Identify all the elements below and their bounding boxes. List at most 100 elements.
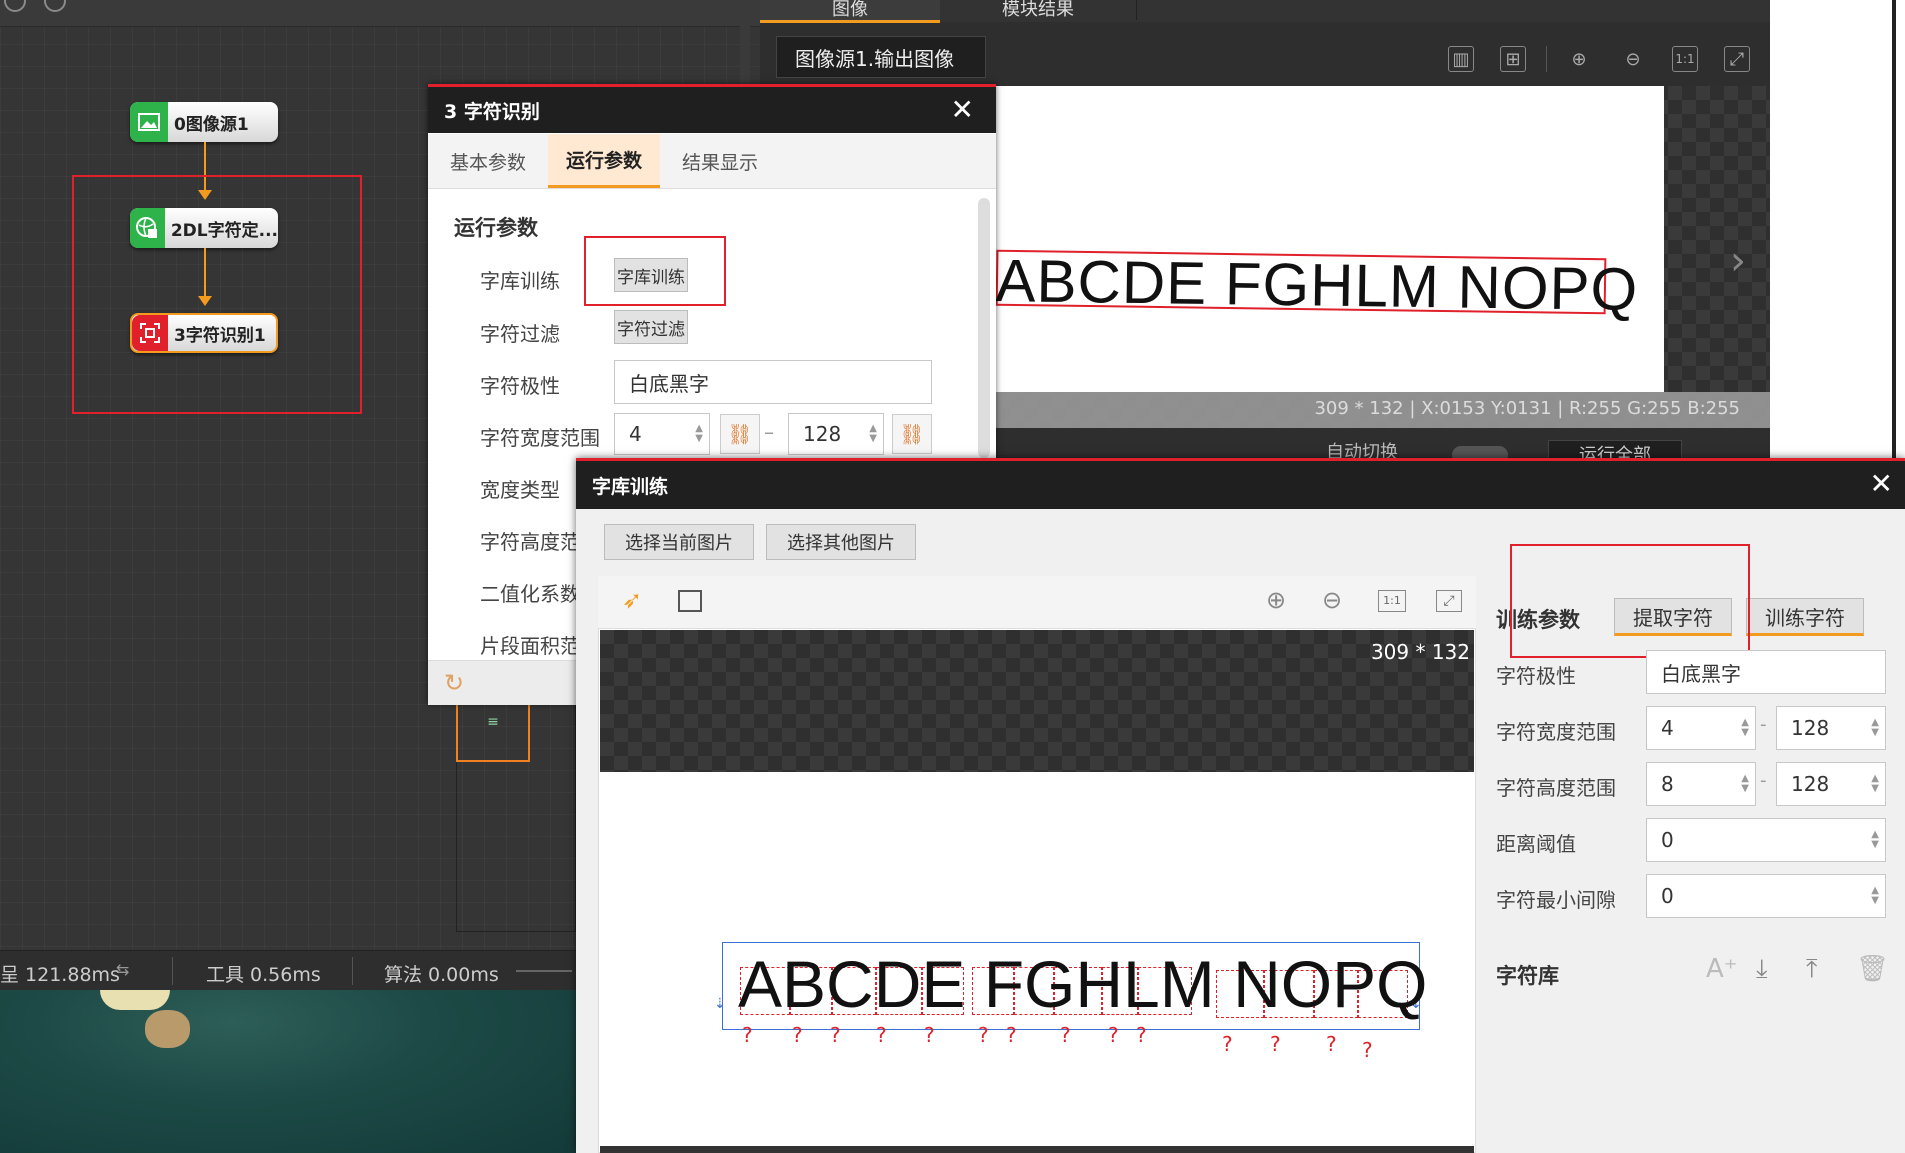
unknown-char-mark: ?	[924, 1023, 935, 1047]
train-height-max-value: 128	[1791, 772, 1830, 796]
ocr-tabs: 基本参数 运行参数 结果显示	[428, 134, 996, 189]
highlight-box	[584, 236, 726, 306]
highlight-box	[72, 175, 362, 414]
add-char-icon[interactable]: A⁺	[1706, 954, 1738, 984]
fit-window-icon[interactable]: ⤢	[1724, 46, 1750, 72]
spinner-icon[interactable]: ▲ ▼	[1871, 774, 1879, 794]
dialog-title: 3 字符识别	[444, 100, 540, 123]
reset-icon[interactable]: ↻	[444, 669, 464, 697]
image-size-label: 309 * 132	[1370, 640, 1470, 664]
close-icon[interactable]: ✕	[1870, 467, 1893, 500]
unknown-char-mark: ?	[1108, 1023, 1119, 1047]
preview-image	[996, 86, 1664, 392]
range-dash: -	[1760, 714, 1767, 735]
unknown-char-mark: ?	[1270, 1032, 1281, 1056]
node-label: 0图像源1	[174, 114, 249, 135]
select-current-image-button[interactable]: 选择当前图片	[604, 524, 754, 560]
ocr-dialog-header: 3 字符识别 ✕	[428, 87, 996, 133]
train-dialog-header: 字库训练 ✕	[576, 461, 1905, 509]
dialog-scrollbar[interactable]	[978, 198, 990, 458]
min-gap-value: 0	[1661, 884, 1674, 908]
train-height-max-input[interactable]: 128 ▲ ▼	[1776, 762, 1886, 806]
zoom-out-icon[interactable]: ⊖	[1322, 586, 1342, 614]
right-edge-panel	[1770, 0, 1905, 460]
module-item[interactable]: ≡	[456, 700, 530, 762]
unknown-char-mark: ?	[830, 1023, 841, 1047]
train-chars-button[interactable]: 训练字符	[1746, 598, 1864, 636]
pointer-icon[interactable]: ➶	[622, 586, 642, 614]
time-slider[interactable]	[516, 970, 572, 972]
layout-grid-icon[interactable]: ⊞	[1500, 46, 1526, 72]
spinner-icon[interactable]: ▲ ▼	[695, 424, 703, 444]
undo-icon[interactable]	[4, 0, 26, 12]
image-icon	[130, 102, 168, 142]
link-icon[interactable]: ⛓	[720, 414, 760, 454]
divider	[172, 957, 173, 985]
spinner-icon[interactable]: ▲ ▼	[1871, 830, 1879, 850]
polarity-select[interactable]: 白底黑字	[614, 360, 932, 404]
distance-threshold-input[interactable]: 0 ▲ ▼	[1646, 818, 1886, 862]
actual-size-icon[interactable]: 1:1	[1672, 46, 1698, 72]
zoom-in-icon[interactable]: ⊕	[1566, 46, 1592, 72]
train-height-min-value: 8	[1661, 772, 1674, 796]
image-footer: 自动切换 运行全部	[996, 428, 1770, 468]
zoom-out-icon[interactable]: ⊖	[1620, 46, 1646, 72]
desktop-background	[0, 990, 580, 1153]
train-height-min-input[interactable]: 8 ▲ ▼	[1646, 762, 1756, 806]
train-width-min-value: 4	[1661, 716, 1674, 740]
filter-button[interactable]: 字符过滤	[614, 310, 688, 344]
actual-size-icon[interactable]: 1:1	[1378, 590, 1406, 612]
zoom-in-icon[interactable]: ⊕	[1266, 586, 1286, 614]
segment-area-label: 片段面积范	[480, 634, 580, 658]
expand-icon[interactable]: ⇆	[116, 960, 129, 979]
spinner-icon[interactable]: ▲ ▼	[1741, 774, 1749, 794]
dialog-footer: ↻	[428, 660, 578, 705]
width-max-value: 128	[803, 422, 842, 446]
link-icon[interactable]: ⛓	[892, 414, 932, 454]
dialog-title: 字库训练	[592, 475, 669, 498]
width-min-value: 4	[629, 422, 642, 446]
tab-image[interactable]: 图像	[760, 0, 940, 23]
view-tabs: 图像 模块结果	[760, 0, 1770, 23]
train-polarity-select[interactable]: 白底黑字	[1646, 650, 1886, 694]
height-range-label: 字符高度范	[480, 530, 580, 554]
train-height-label: 字符高度范围	[1496, 776, 1616, 800]
distance-threshold-value: 0	[1661, 828, 1674, 852]
train-width-max-input[interactable]: 128 ▲ ▼	[1776, 706, 1886, 750]
import-icon[interactable]: ⤓	[1756, 954, 1768, 985]
node-image-source[interactable]: 0图像源1	[130, 102, 278, 142]
spinner-icon[interactable]: ▲ ▼	[1741, 718, 1749, 738]
unknown-char-mark: ?	[876, 1023, 887, 1047]
rectangle-select-icon[interactable]	[678, 590, 702, 612]
handle-icon[interactable]: ⇣	[714, 996, 726, 1012]
select-other-image-button[interactable]: 选择其他图片	[766, 524, 916, 560]
spinner-icon[interactable]: ▲ ▼	[1871, 886, 1879, 906]
refresh-icon[interactable]	[44, 0, 66, 12]
divider	[352, 957, 353, 985]
tab-result-display[interactable]: 结果显示	[660, 134, 780, 188]
fit-window-icon[interactable]: ⤢	[1436, 590, 1462, 612]
unknown-char-mark: ?	[742, 1023, 753, 1047]
spinner-icon[interactable]: ▲ ▼	[1871, 718, 1879, 738]
tab-module-result[interactable]: 模块结果	[940, 0, 1137, 20]
min-gap-input[interactable]: 0 ▲ ▼	[1646, 874, 1886, 918]
tool-time: 工具 0.56ms	[206, 964, 321, 986]
image-source-select[interactable]: 图像源1.输出图像	[776, 36, 986, 78]
width-max-input[interactable]: 128 ▲ ▼	[788, 413, 884, 455]
polarity-label: 字符极性	[480, 374, 560, 398]
unknown-char-mark: ?	[1006, 1023, 1017, 1047]
width-min-input[interactable]: 4 ▲ ▼	[614, 413, 710, 455]
close-icon[interactable]: ✕	[951, 93, 974, 126]
unknown-char-mark: ?	[1060, 1023, 1071, 1047]
delete-icon[interactable]: 🗑	[1856, 954, 1889, 984]
export-icon[interactable]: ⤒	[1806, 954, 1818, 985]
unknown-char-mark: ?	[1326, 1032, 1337, 1056]
next-image-icon[interactable]: ›	[1730, 238, 1746, 284]
tab-run-params[interactable]: 运行参数	[548, 134, 660, 188]
train-width-min-input[interactable]: 4 ▲ ▼	[1646, 706, 1756, 750]
layout-single-icon[interactable]: ▥	[1448, 46, 1474, 72]
bg-shape	[100, 990, 170, 1010]
spinner-icon[interactable]: ▲ ▼	[869, 424, 877, 444]
tab-basic-params[interactable]: 基本参数	[428, 134, 548, 188]
algo-time: 算法 0.00ms	[384, 964, 499, 986]
